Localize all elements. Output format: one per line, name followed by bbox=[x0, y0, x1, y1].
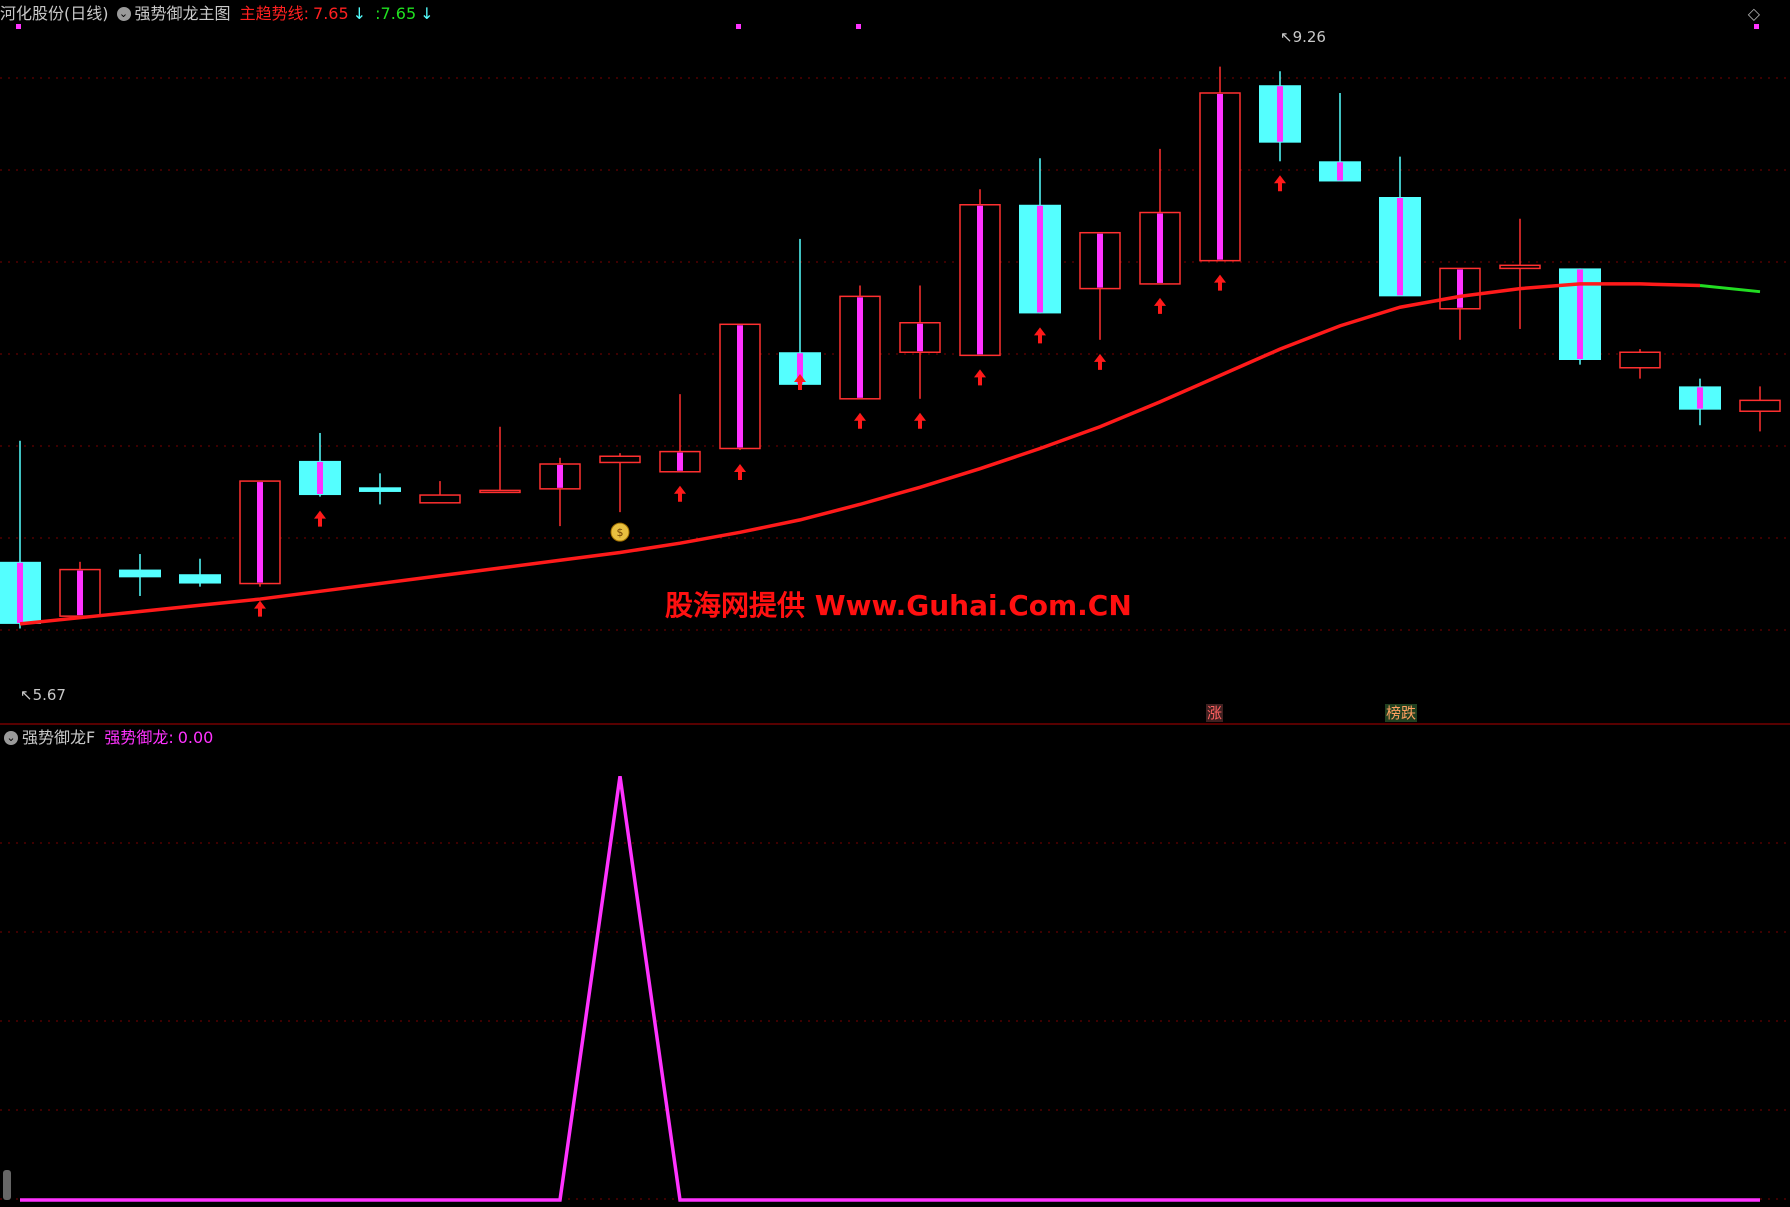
main-panel-header: 河化股份(日线) ⌄ 强势御龙主图 主趋势线: 7.65 ↓ :7.65 ↓ bbox=[0, 2, 438, 26]
candle-inner-bar bbox=[317, 461, 323, 495]
candle-inner-bar bbox=[1397, 198, 1403, 296]
candle-inner-bar bbox=[737, 325, 743, 448]
up-arrow-icon bbox=[1214, 274, 1226, 291]
trend-value-red: 7.65 bbox=[313, 4, 349, 23]
stock-name: 河化股份(日线) bbox=[0, 4, 109, 23]
down-arrow-icon: ↓ bbox=[420, 4, 434, 23]
up-arrow-icon bbox=[1034, 327, 1046, 344]
candle-body bbox=[119, 569, 161, 578]
series-value: 0.00 bbox=[177, 728, 214, 747]
candle-body bbox=[599, 455, 641, 464]
candle-inner-bar bbox=[1337, 162, 1343, 181]
series-label: 强势御龙: bbox=[104, 728, 174, 747]
up-arrow-icon bbox=[734, 464, 746, 481]
sub-panel-header: ⌄ 强势御龙F 强势御龙: 0.00 bbox=[0, 726, 217, 750]
sub-indicator-name[interactable]: 强势御龙F bbox=[22, 728, 95, 747]
bangdie-tag: 榜跌 bbox=[1385, 704, 1418, 722]
up-arrow-icon bbox=[314, 510, 326, 527]
trend-value-green: :7.65 bbox=[375, 4, 417, 23]
candle-inner-bar bbox=[1697, 387, 1703, 409]
candle-inner-bar bbox=[257, 482, 263, 583]
candle-inner-bar bbox=[1277, 86, 1283, 142]
candle-body bbox=[419, 494, 461, 504]
candle-inner-bar bbox=[77, 570, 83, 616]
down-arrow-icon: ↓ bbox=[352, 4, 367, 23]
trend-label: 主趋势线: bbox=[239, 4, 310, 23]
watermark: 股海网提供 Www.Guhai.Com.CN bbox=[665, 589, 1132, 622]
high-price-label: ↖9.26 bbox=[1280, 28, 1326, 46]
money-bag-symbol: $ bbox=[617, 526, 624, 539]
candle-inner-bar bbox=[557, 465, 563, 488]
chevron-down-icon[interactable]: ⌄ bbox=[116, 6, 131, 21]
up-arrow-icon bbox=[1154, 297, 1166, 314]
marker-dot bbox=[736, 24, 741, 29]
candle-inner-bar bbox=[977, 205, 983, 355]
candle-inner-bar bbox=[1457, 269, 1463, 308]
up-arrow-icon bbox=[914, 412, 926, 429]
candle-body bbox=[359, 487, 401, 492]
up-arrow-icon bbox=[854, 412, 866, 429]
candle-inner-bar bbox=[1097, 233, 1103, 288]
marker-dot bbox=[1754, 24, 1759, 29]
candle-inner-bar bbox=[1217, 93, 1223, 260]
low-price-label: ↖5.67 bbox=[20, 686, 66, 704]
indicator-name[interactable]: 强势御龙主图 bbox=[135, 4, 231, 23]
marker-dot bbox=[856, 24, 861, 29]
up-arrow-icon bbox=[974, 369, 986, 386]
candle-inner-bar bbox=[17, 562, 23, 623]
candle-body bbox=[179, 574, 221, 584]
candle-body bbox=[1739, 399, 1781, 412]
zhang-tag: 涨 bbox=[1206, 704, 1224, 722]
up-arrow-icon bbox=[1094, 353, 1106, 370]
up-arrow-icon bbox=[674, 485, 686, 502]
up-arrow-icon bbox=[254, 600, 266, 617]
candle-body bbox=[1619, 351, 1661, 369]
chevron-down-icon[interactable]: ⌄ bbox=[4, 730, 18, 745]
candle-inner-bar bbox=[917, 323, 923, 352]
candle-body bbox=[1499, 264, 1541, 270]
candle-body bbox=[479, 489, 521, 494]
candle-inner-bar bbox=[677, 452, 683, 471]
up-arrow-icon bbox=[1274, 175, 1286, 192]
diamond-icon[interactable]: ◇ bbox=[1748, 4, 1760, 23]
sub-indicator-line bbox=[20, 775, 1760, 1202]
candle-inner-bar bbox=[857, 297, 863, 398]
candle-inner-bar bbox=[1037, 205, 1043, 313]
candle-inner-bar bbox=[1157, 213, 1163, 283]
trend-line-green bbox=[1699, 283, 1761, 294]
scroll-handle[interactable] bbox=[3, 1170, 11, 1200]
